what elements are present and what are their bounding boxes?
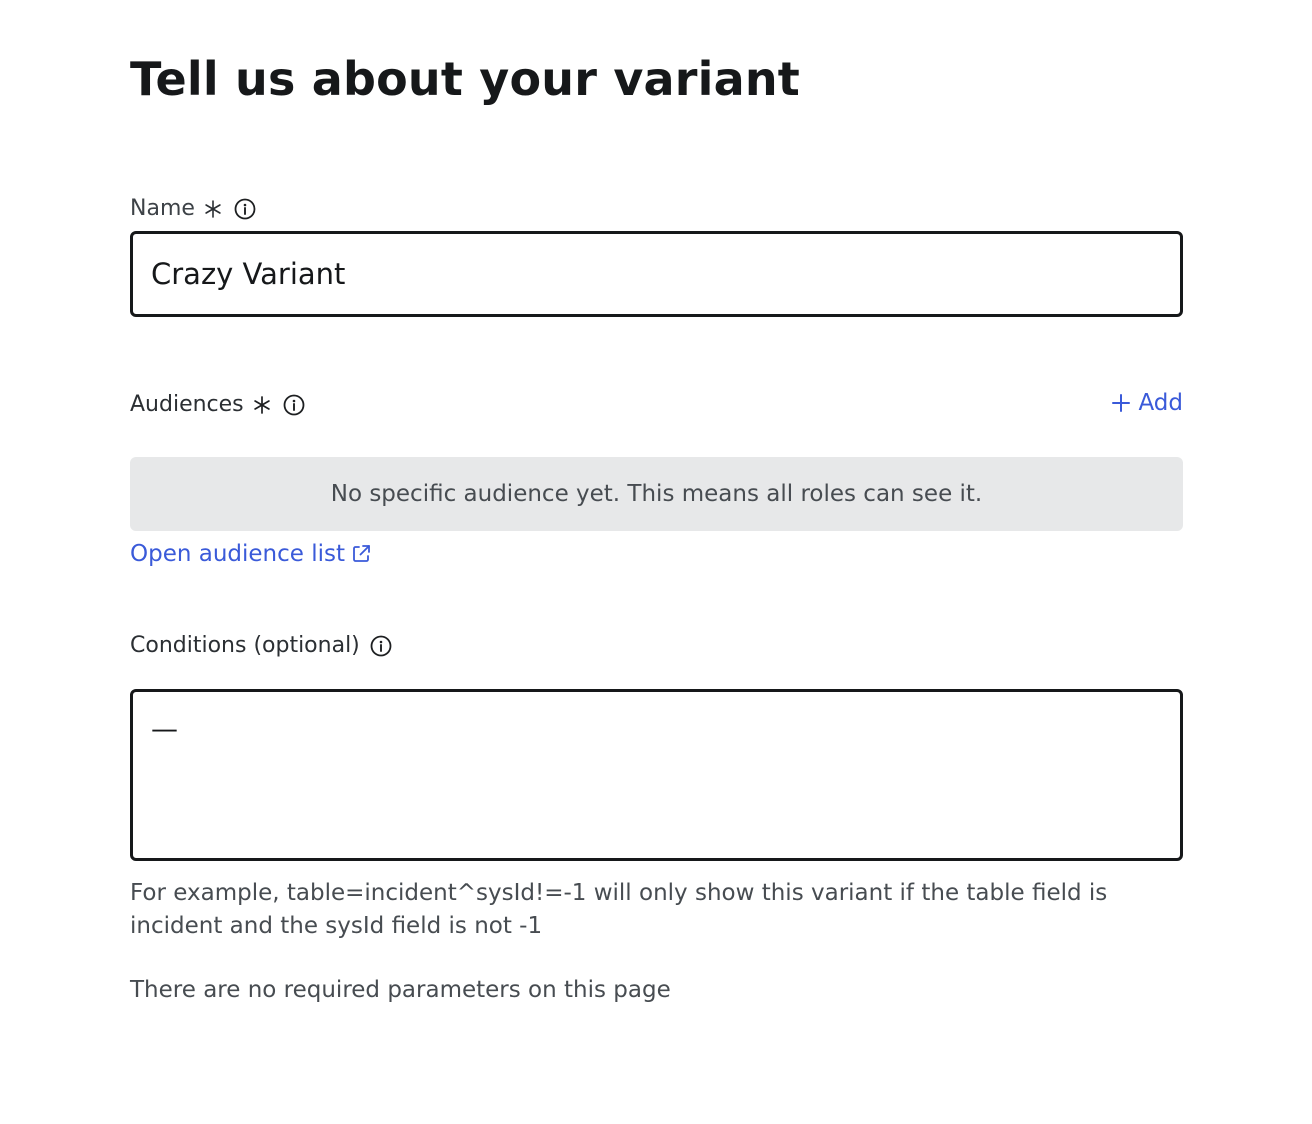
asterisk-icon [251, 394, 273, 416]
conditions-label: Conditions (optional) [130, 633, 360, 658]
plus-icon [1111, 393, 1131, 413]
audiences-label: Audiences [130, 392, 244, 417]
info-icon[interactable] [283, 394, 305, 416]
add-audience-label: Add [1138, 390, 1183, 416]
conditions-label-row: Conditions (optional) [130, 633, 392, 658]
page-title: Tell us about your variant [130, 52, 800, 106]
open-audience-list-label: Open audience list [130, 541, 346, 567]
info-icon[interactable] [370, 635, 392, 657]
audience-empty-message: No specific audience yet. This means all… [330, 481, 983, 507]
name-label: Name [130, 196, 195, 221]
name-input[interactable] [130, 231, 1183, 317]
asterisk-icon [202, 198, 224, 220]
audience-empty-state: No specific audience yet. This means all… [130, 457, 1183, 531]
conditions-textarea[interactable]: — [130, 689, 1183, 861]
required-params-note: There are no required parameters on this… [130, 977, 671, 1003]
audiences-label-row: Audiences [130, 392, 305, 417]
conditions-helper-text: For example, table=incident^sysId!=-1 wi… [130, 880, 1108, 939]
info-icon[interactable] [234, 198, 256, 220]
external-link-icon [350, 543, 372, 565]
open-audience-list-link[interactable]: Open audience list [130, 541, 372, 567]
name-label-row: Name [130, 196, 256, 221]
add-audience-button[interactable]: Add [1111, 390, 1183, 416]
